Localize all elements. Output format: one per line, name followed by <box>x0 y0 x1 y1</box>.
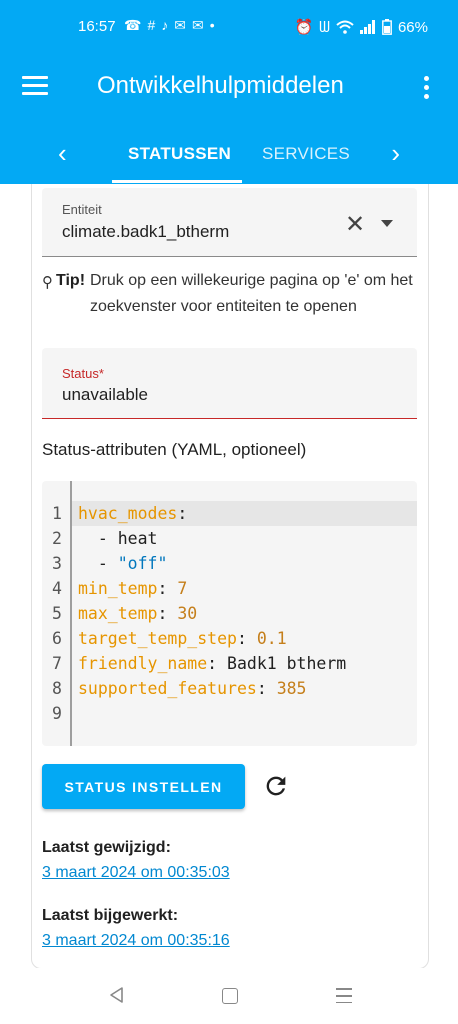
entity-field-label: Entiteit <box>62 202 102 217</box>
code-line[interactable]: 4 min_temp: 7 <box>42 576 417 601</box>
yaml-separator: : <box>256 679 277 698</box>
line-number: 1 <box>52 504 62 523</box>
yaml-editor[interactable]: 1 hvac_modes: 2 - heat 3 - "off" 4 min_temp: … <box>42 481 417 746</box>
entity-field-value[interactable]: climate.badk1_btherm <box>62 222 229 242</box>
system-indicators: ⏰ ᗯ 66% <box>294 18 428 37</box>
last-updated-label: Laatst bijgewerkt: <box>42 907 179 924</box>
chevron-left-icon[interactable]: ‹ <box>58 138 67 169</box>
code-line[interactable]: 1 hvac_modes: <box>42 501 417 526</box>
code-line[interactable]: 3 - "off" <box>42 551 417 576</box>
attributes-label: Status-attributen (YAML, optioneel) <box>42 440 307 459</box>
code-text: supported_features: 385 <box>78 676 307 701</box>
code-text: hvac_modes: <box>78 501 187 526</box>
system-status-bar: 16:57 ☎ # ♪ ✉ ✉ • ⏰ ᗯ 66% <box>0 0 458 54</box>
entity-picker[interactable]: Entiteit climate.badk1_btherm ✕ <box>42 188 417 257</box>
tab-services[interactable]: SERVICES <box>262 144 350 164</box>
system-navigation-bar <box>0 968 458 1024</box>
gmail-icon: ✉ <box>174 17 186 33</box>
line-number: 7 <box>52 654 62 673</box>
tab-bar: ‹ STATUSSEN SERVICES › <box>0 128 458 184</box>
line-number: 4 <box>52 579 62 598</box>
alarm-icon: ⏰ <box>294 19 314 36</box>
battery-percentage: 66% <box>397 18 428 36</box>
active-tab-indicator <box>112 180 242 183</box>
home-icon[interactable] <box>222 988 238 1004</box>
code-text: max_temp: 30 <box>78 601 197 626</box>
tab-statussen[interactable]: STATUSSEN <box>128 144 231 164</box>
signal-icon <box>359 20 375 34</box>
yaml-value: Badk1 btherm <box>227 654 347 673</box>
last-updated-link[interactable]: 3 maart 2024 om 00:35:16 <box>42 932 230 950</box>
code-text: min_temp: 7 <box>78 576 187 601</box>
yaml-key: friendly_name <box>78 654 208 673</box>
yaml-key: min_temp <box>78 579 158 598</box>
code-text: - heat <box>78 526 158 551</box>
yaml-key: supported_features <box>78 679 257 698</box>
wifi-icon <box>336 20 354 34</box>
code-line[interactable]: 6 target_temp_step: 0.1 <box>42 626 417 651</box>
recents-icon[interactable] <box>336 988 352 1008</box>
yaml-value: heat <box>117 529 158 548</box>
tip-text: Druk op een willekeurige pagina op 'e' o… <box>90 272 413 315</box>
notification-icons: ☎ # ♪ ✉ ✉ • <box>124 17 215 34</box>
tip-label: Tip! <box>56 272 86 289</box>
status-field[interactable]: Status* unavailable <box>42 348 417 419</box>
yaml-value: 30 <box>177 604 198 623</box>
status-field-value[interactable]: unavailable <box>62 385 148 405</box>
code-line[interactable]: 5 max_temp: 30 <box>42 601 417 626</box>
clear-icon[interactable]: ✕ <box>345 210 365 239</box>
clock: 16:57 <box>78 18 116 35</box>
bluetooth-icon: ᗯ <box>319 18 330 36</box>
code-text: - "off" <box>78 551 168 576</box>
line-number: 5 <box>52 604 62 623</box>
back-icon[interactable] <box>108 986 124 1004</box>
line-number: 8 <box>52 679 62 698</box>
code-text: target_temp_step: 0.1 <box>78 626 287 651</box>
yaml-separator: : <box>236 629 257 648</box>
status-field-label: Status* <box>62 366 104 381</box>
more-options-icon[interactable] <box>424 76 430 103</box>
dot-icon: • <box>209 17 215 33</box>
slack-icon: # <box>147 17 156 33</box>
line-number: 9 <box>52 704 62 723</box>
yaml-key: hvac_modes <box>78 504 178 523</box>
code-text: friendly_name: Badk1 btherm <box>78 651 346 676</box>
yaml-separator: : <box>157 604 178 623</box>
tiktok-icon: ♪ <box>161 17 169 33</box>
yaml-value: 0.1 <box>256 629 287 648</box>
line-number: 2 <box>52 529 62 548</box>
app-bar: 16:57 ☎ # ♪ ✉ ✉ • ⏰ ᗯ 66% Ontwikkelhulpm… <box>0 0 458 184</box>
code-line[interactable]: 8 supported_features: 385 <box>42 676 417 701</box>
yaml-separator: - <box>78 554 118 573</box>
yaml-value: 385 <box>276 679 307 698</box>
set-state-button[interactable]: STATUS INSTELLEN <box>42 764 245 809</box>
last-changed-link[interactable]: 3 maart 2024 om 00:35:03 <box>42 864 230 882</box>
battery-icon <box>382 19 392 35</box>
page-title: Ontwikkelhulpmiddelen <box>97 72 344 99</box>
yaml-separator: - <box>78 529 118 548</box>
mail-icon: ✉ <box>191 17 204 33</box>
code-line[interactable]: 9 <box>42 701 417 726</box>
chevron-right-icon[interactable]: › <box>391 138 400 169</box>
yaml-separator: : <box>177 504 188 523</box>
menu-icon[interactable] <box>22 76 48 98</box>
code-line[interactable]: 2 - heat <box>42 526 417 551</box>
yaml-key: max_temp <box>78 604 158 623</box>
lightbulb-icon: ⚲ <box>42 274 53 291</box>
whatsapp-icon: ☎ <box>124 17 142 33</box>
yaml-key: target_temp_step <box>78 629 237 648</box>
code-line[interactable]: 7 friendly_name: Badk1 btherm <box>42 651 417 676</box>
dropdown-arrow-icon[interactable] <box>381 220 393 227</box>
line-number: 6 <box>52 629 62 648</box>
yaml-value: "off" <box>117 554 168 573</box>
yaml-value: 7 <box>177 579 188 598</box>
yaml-separator: : <box>207 654 228 673</box>
yaml-separator: : <box>157 579 178 598</box>
refresh-icon[interactable] <box>262 772 290 800</box>
line-number: 3 <box>52 554 62 573</box>
last-changed-label: Laatst gewijzigd: <box>42 839 171 856</box>
